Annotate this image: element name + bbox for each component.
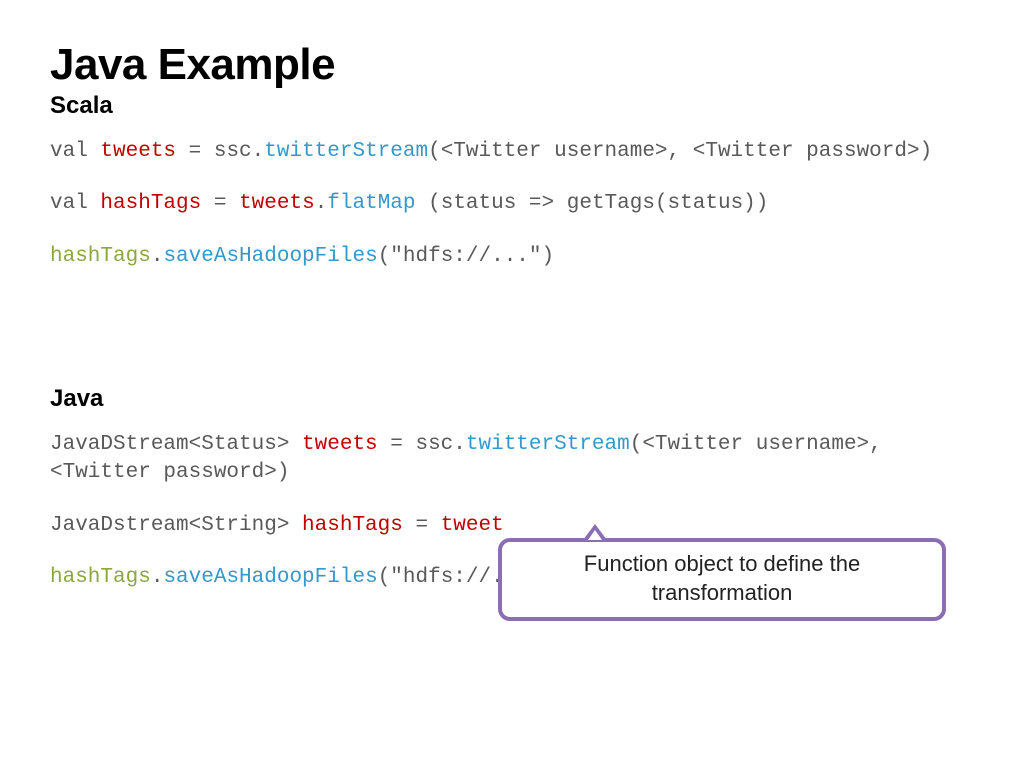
scala-code-line-1: val tweets = ssc.twitterStream(<Twitter … — [50, 138, 974, 166]
scala-code-line-3: hashTags.saveAsHadoopFiles("hdfs://...") — [50, 243, 974, 271]
code-text: JavaDStream<Status> — [50, 433, 302, 456]
keyword-val: val — [50, 140, 100, 163]
code-text: ("hdfs://...") — [378, 245, 554, 268]
java-code-line-1: JavaDStream<Status> tweets = ssc.twitter… — [50, 431, 974, 488]
scala-heading: Scala — [50, 92, 974, 120]
var-tweets: tweets — [239, 192, 315, 215]
java-code-line-2: JavaDstream<String> hashTags = tweet — [50, 512, 974, 540]
code-text: = ssc. — [378, 433, 466, 456]
callout-pointer-icon — [583, 524, 607, 540]
code-text: . — [151, 245, 164, 268]
fn-twitterstream: twitterStream — [264, 140, 428, 163]
code-text: JavaDstream<String> — [50, 514, 302, 537]
keyword-val: val — [50, 192, 100, 215]
code-text: (<Twitter username>, <Twitter password>) — [428, 140, 932, 163]
callout-box: Function object to define the transforma… — [498, 538, 946, 621]
var-hashtags: hashTags — [50, 566, 151, 589]
var-hashtags: hashTags — [302, 514, 403, 537]
fn-flatmap: flatMap — [327, 192, 415, 215]
fn-twitterstream: twitterStream — [466, 433, 630, 456]
callout-text-line-1: Function object to define the — [522, 550, 922, 579]
var-tweet: tweet — [441, 514, 504, 537]
code-text: = — [201, 192, 239, 215]
code-text: . — [151, 566, 164, 589]
java-heading: Java — [50, 385, 974, 413]
code-text: (status => getTags(status)) — [416, 192, 769, 215]
callout: Function object to define the transforma… — [498, 538, 946, 621]
fn-saveashadoop: saveAsHadoopFiles — [163, 245, 377, 268]
var-tweets: tweets — [302, 433, 378, 456]
slide-title: Java Example — [50, 40, 974, 90]
code-text: . — [315, 192, 328, 215]
code-text: = ssc. — [176, 140, 264, 163]
var-hashtags: hashTags — [100, 192, 201, 215]
var-hashtags: hashTags — [50, 245, 151, 268]
callout-text-line-2: transformation — [522, 579, 922, 608]
fn-saveashadoop: saveAsHadoopFiles — [163, 566, 377, 589]
code-text: = — [403, 514, 441, 537]
scala-code-line-2: val hashTags = tweets.flatMap (status =>… — [50, 190, 974, 218]
var-tweets: tweets — [100, 140, 176, 163]
